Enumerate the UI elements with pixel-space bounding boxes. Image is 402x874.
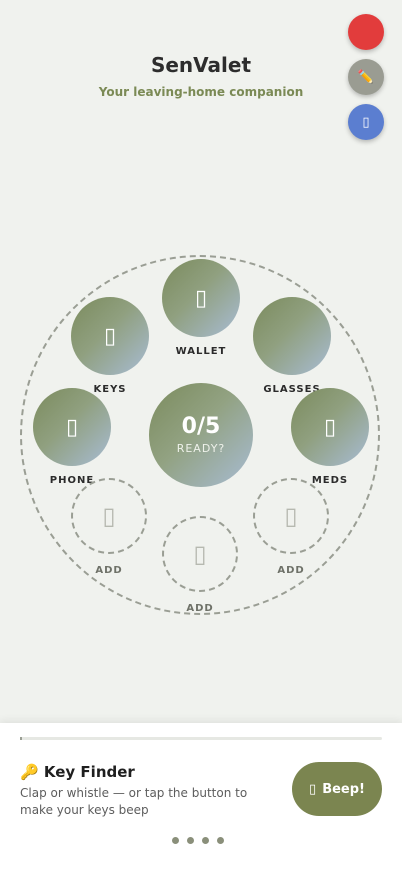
key-finder-description: Clap or whistle — or tap the button to m…	[20, 786, 248, 817]
pager-dots	[172, 837, 224, 844]
key-finder-sheet: 🔑 Key Finder Clap or whistle — or tap th…	[0, 723, 402, 874]
item-wallet-label: WALLET	[175, 346, 227, 357]
edit-button[interactable]: ✏️	[348, 59, 384, 95]
meds-icon: ▯	[323, 414, 337, 440]
ready-check-button[interactable]: 0/5 READY?	[149, 383, 253, 487]
pager-dot[interactable]	[202, 837, 209, 844]
phone-icon: ▯	[65, 414, 79, 440]
pager-dot[interactable]	[172, 837, 179, 844]
pager-dot[interactable]	[217, 837, 224, 844]
beep-button-label: Beep!	[322, 781, 365, 797]
key-finder-title: 🔑 Key Finder	[20, 763, 135, 781]
sheet-divider	[20, 737, 382, 740]
ready-status: READY?	[176, 442, 226, 455]
ready-count: 0/5	[181, 414, 221, 439]
pager-dot[interactable]	[187, 837, 194, 844]
add-slot-bottom[interactable]: ▯	[162, 516, 238, 592]
app-subtitle: Your leaving-home companion	[98, 85, 304, 99]
add-icon: ▯	[102, 502, 116, 530]
record-button[interactable]	[348, 14, 384, 50]
app-title: SenValet	[150, 53, 252, 77]
item-meds[interactable]: ▯	[291, 388, 369, 466]
item-keys[interactable]: ▯	[71, 297, 149, 375]
item-wallet[interactable]: ▯	[162, 259, 240, 337]
info-button[interactable]: ▯	[348, 104, 384, 140]
sheet-divider-marker	[20, 737, 22, 740]
item-phone[interactable]: ▯	[33, 388, 111, 466]
add-slot-right-label: ADD	[277, 565, 305, 576]
add-icon: ▯	[193, 540, 207, 568]
keys-icon: ▯	[103, 323, 117, 349]
add-slot-left-label: ADD	[95, 565, 123, 576]
speaker-icon: ▯	[309, 781, 317, 797]
item-glasses[interactable]	[253, 297, 331, 375]
info-icon: ▯	[362, 114, 370, 130]
add-slot-left[interactable]: ▯	[71, 478, 147, 554]
add-slot-right[interactable]: ▯	[253, 478, 329, 554]
add-slot-bottom-label: ADD	[186, 603, 214, 614]
beep-button[interactable]: ▯ Beep!	[292, 762, 382, 816]
add-icon: ▯	[284, 502, 298, 530]
wallet-icon: ▯	[194, 285, 208, 311]
pencil-icon: ✏️	[357, 69, 375, 85]
